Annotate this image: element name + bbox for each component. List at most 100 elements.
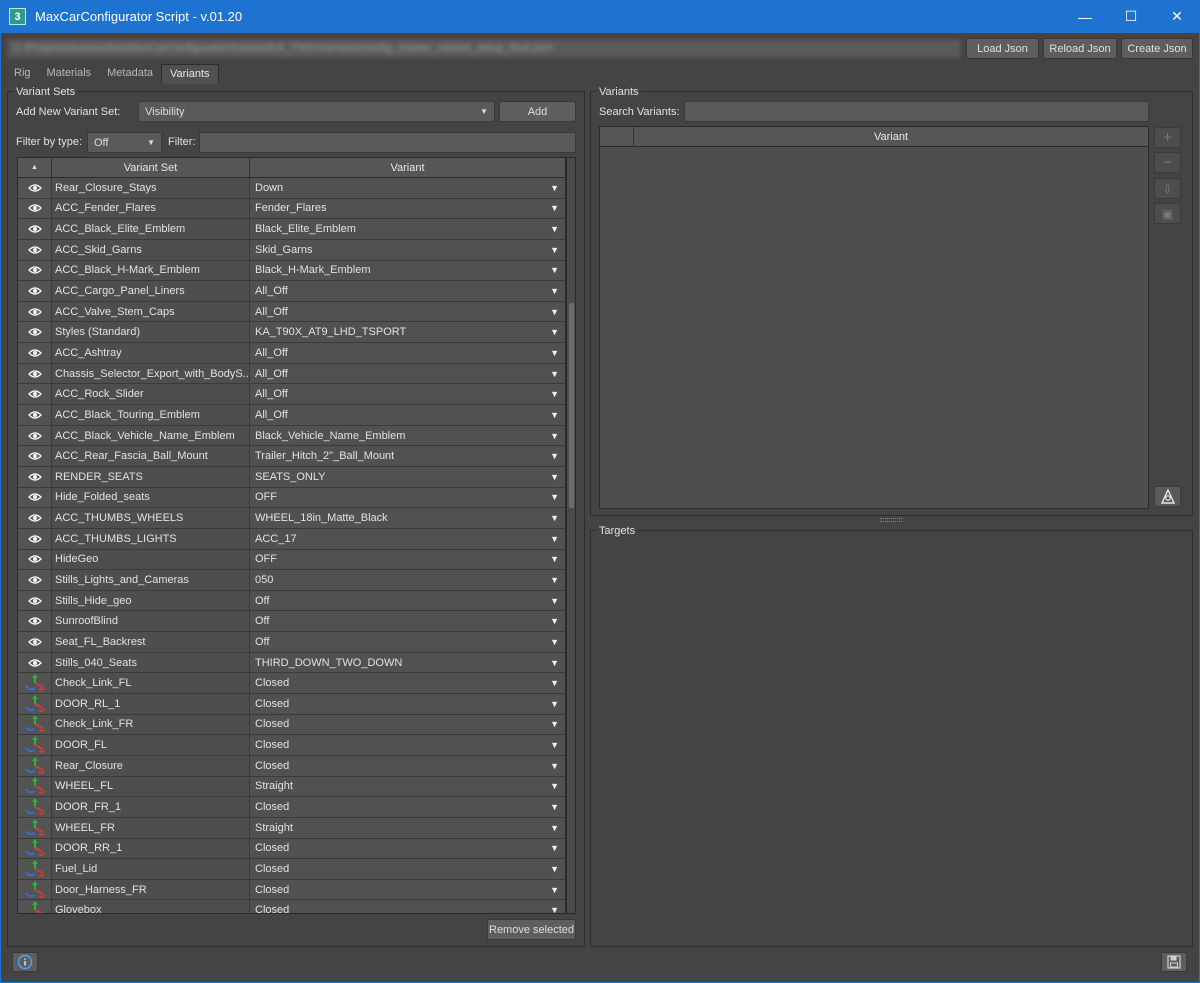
remove-selected-button[interactable]: Remove selected	[487, 919, 576, 940]
transform-icon[interactable]	[18, 900, 52, 913]
table-row[interactable]: Rear_Closure_Stays Down ▼	[18, 178, 565, 199]
variant-dropdown[interactable]: Closed ▼	[250, 900, 565, 913]
variant-dropdown[interactable]: Skid_Garns ▼	[250, 239, 565, 260]
transform-icon[interactable]	[18, 817, 52, 838]
variant-dropdown[interactable]: Straight ▼	[250, 817, 565, 838]
eye-icon[interactable]	[18, 652, 52, 673]
add-button[interactable]: Add	[499, 101, 576, 122]
eye-icon[interactable]	[18, 570, 52, 590]
eye-icon[interactable]	[18, 384, 52, 405]
transform-icon[interactable]	[18, 797, 52, 817]
eye-icon[interactable]	[18, 260, 52, 281]
variant-dropdown[interactable]: Black_H-Mark_Emblem ▼	[250, 260, 565, 281]
add-variant-button[interactable]: +	[1154, 127, 1181, 148]
eye-icon[interactable]	[18, 508, 52, 528]
table-row[interactable]: ACC_THUMBS_LIGHTS ACC_17 ▼	[18, 528, 565, 550]
tab-variants[interactable]: Variants	[161, 64, 219, 84]
remove-variant-button[interactable]: −	[1154, 152, 1181, 173]
table-row[interactable]: Rear_Closure Closed ▼	[18, 755, 565, 777]
table-row[interactable]: Hide_Folded_seats OFF ▼	[18, 487, 565, 509]
variant-dropdown[interactable]: OFF ▼	[250, 549, 565, 570]
minimize-button[interactable]: —	[1062, 0, 1108, 33]
variant-dropdown[interactable]: Straight ▼	[250, 776, 565, 797]
variant-dropdown[interactable]: Off ▼	[250, 611, 565, 632]
table-row[interactable]: ACC_Ashtray All_Off ▼	[18, 343, 565, 364]
table-row[interactable]: WHEEL_FR Straight ▼	[18, 817, 565, 839]
eye-icon[interactable]	[18, 446, 52, 466]
filter-input[interactable]	[199, 132, 576, 153]
eye-icon[interactable]	[18, 590, 52, 611]
variant-dropdown[interactable]: Fender_Flares ▼	[250, 198, 565, 219]
tab-metadata[interactable]: Metadata	[99, 64, 161, 83]
variant-dropdown[interactable]: Closed ▼	[250, 714, 565, 735]
table-row[interactable]: DOOR_FL Closed ▼	[18, 735, 565, 756]
variant-dropdown[interactable]: SEATS_ONLY ▼	[250, 466, 565, 487]
load-json-button[interactable]: Load Json	[966, 38, 1039, 59]
table-row[interactable]: ACC_Black_Vehicle_Name_Emblem Black_Vehic…	[18, 425, 565, 447]
table-row[interactable]: Chassis_Selector_Export_with_BodyS... All…	[18, 363, 565, 385]
eye-icon[interactable]	[18, 528, 52, 549]
info-button[interactable]	[12, 952, 38, 972]
tab-rig[interactable]: Rig	[6, 64, 39, 83]
eye-icon[interactable]	[18, 219, 52, 239]
transform-icon[interactable]	[18, 776, 52, 797]
transform-icon[interactable]	[18, 673, 52, 694]
eye-icon[interactable]	[18, 611, 52, 632]
table-row[interactable]: ACC_Cargo_Panel_Liners All_Off ▼	[18, 281, 565, 302]
variant-dropdown[interactable]: All_Off ▼	[250, 363, 565, 384]
transform-icon[interactable]	[18, 714, 52, 735]
save-variant-icon[interactable]: ▣	[1154, 203, 1181, 224]
variant-dropdown[interactable]: Off ▼	[250, 632, 565, 652]
table-row[interactable]: ACC_Black_H-Mark_Emblem Black_H-Mark_Embl…	[18, 260, 565, 282]
variant-dropdown[interactable]: Down ▼	[250, 178, 565, 198]
eye-icon[interactable]	[18, 363, 52, 384]
table-row[interactable]: SunroofBlind Off ▼	[18, 611, 565, 633]
table-row[interactable]: Stills_Hide_geo Off ▼	[18, 590, 565, 612]
eye-icon[interactable]	[18, 239, 52, 260]
transform-icon[interactable]	[18, 735, 52, 755]
variant-dropdown[interactable]: All_Off ▼	[250, 384, 565, 405]
splitter-handle[interactable]	[880, 518, 902, 522]
filter-type-combo[interactable]: Off ▼	[87, 132, 162, 153]
table-row[interactable]: DOOR_FR_1 Closed ▼	[18, 797, 565, 818]
table-row[interactable]: Stills_Lights_and_Cameras 050 ▼	[18, 570, 565, 591]
tab-materials[interactable]: Materials	[39, 64, 100, 83]
variant-dropdown[interactable]: Off ▼	[250, 590, 565, 611]
variant-dropdown[interactable]: Black_Elite_Emblem ▼	[250, 219, 565, 239]
eye-icon[interactable]	[18, 466, 52, 487]
variant-dropdown[interactable]: All_Off ▼	[250, 281, 565, 301]
table-row[interactable]: WHEEL_FL Straight ▼	[18, 776, 565, 798]
variant-dropdown[interactable]: OFF ▼	[250, 487, 565, 508]
eye-icon[interactable]	[18, 425, 52, 446]
eye-icon[interactable]	[18, 343, 52, 363]
variant-dropdown[interactable]: Closed ▼	[250, 838, 565, 859]
variant-column-header[interactable]: Variant	[250, 158, 565, 177]
transform-icon[interactable]	[18, 859, 52, 879]
table-row[interactable]: ACC_Skid_Garns Skid_Garns ▼	[18, 239, 565, 261]
table-row[interactable]: RENDER_SEATS SEATS_ONLY ▼	[18, 466, 565, 488]
table-scrollbar[interactable]	[566, 157, 576, 914]
variant-dropdown[interactable]: Closed ▼	[250, 694, 565, 714]
variant-dropdown[interactable]: KA_T90X_AT9_LHD_TSPORT ▼	[250, 322, 565, 343]
transform-icon[interactable]	[18, 694, 52, 714]
reload-json-button[interactable]: Reload Json	[1043, 38, 1117, 59]
variant-dropdown[interactable]: ACC_17 ▼	[250, 528, 565, 549]
eye-icon[interactable]	[18, 632, 52, 652]
eye-icon[interactable]	[18, 198, 52, 219]
variant-dropdown[interactable]: Trailer_Hitch_2"_Ball_Mount ▼	[250, 446, 565, 466]
table-row[interactable]: Door_Harness_FR Closed ▼	[18, 879, 565, 901]
json-path-field[interactable]: C:\Projects\Automotive\MaxCarConfigurato…	[6, 38, 962, 59]
table-row[interactable]: ACC_Valve_Stem_Caps All_Off ▼	[18, 301, 565, 323]
scrollbar-thumb[interactable]	[569, 303, 574, 508]
table-row[interactable]: ACC_Black_Touring_Emblem All_Off ▼	[18, 405, 565, 426]
table-row[interactable]: HideGeo OFF ▼	[18, 549, 565, 571]
eye-icon[interactable]	[18, 487, 52, 508]
transform-icon[interactable]	[18, 879, 52, 900]
variant-dropdown[interactable]: All_Off ▼	[250, 405, 565, 425]
table-row[interactable]: Check_Link_FR Closed ▼	[18, 714, 565, 736]
variant-set-column-header[interactable]: Variant Set	[52, 158, 250, 177]
eye-icon[interactable]	[18, 405, 52, 425]
transform-icon[interactable]	[18, 838, 52, 859]
table-row[interactable]: Check_Link_FL Closed ▼	[18, 673, 565, 695]
import-variant-icon[interactable]: ⇩	[1154, 178, 1181, 199]
